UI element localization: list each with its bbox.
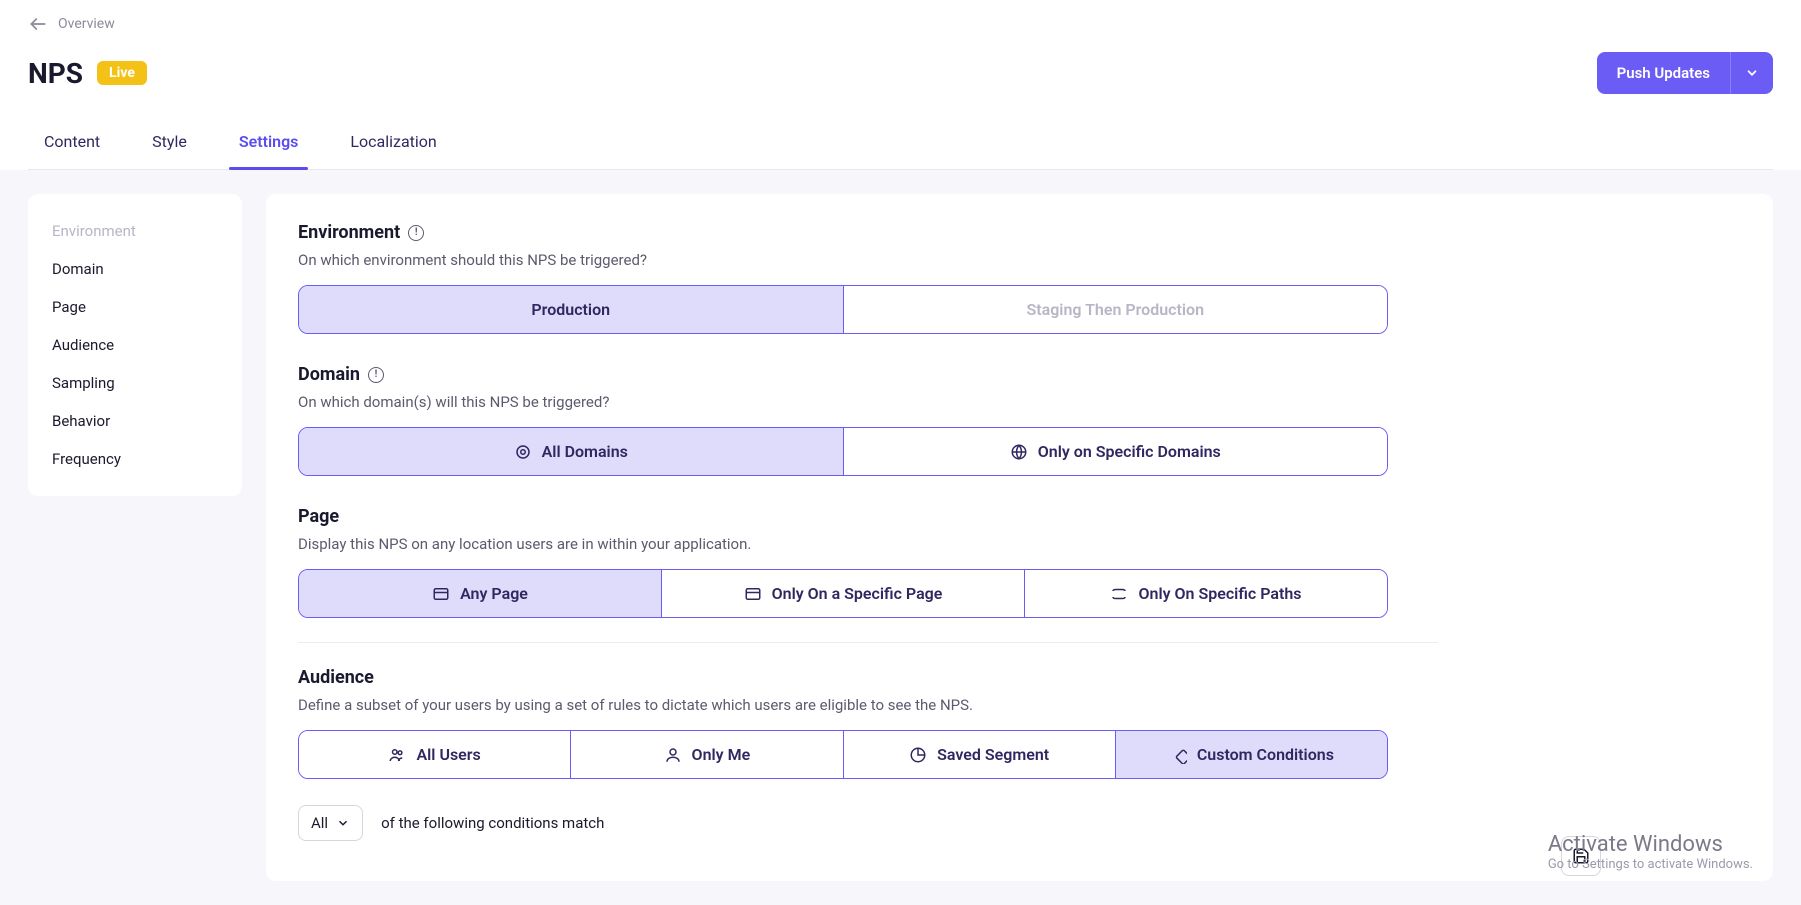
window-icon [744, 585, 762, 603]
page-option-any[interactable]: Any Page [299, 570, 662, 617]
page-title: NPS [28, 57, 83, 90]
domain-options: All Domains Only on Specific Domains [298, 427, 1388, 476]
page-option-specific[interactable]: Only On a Specific Page [662, 570, 1025, 617]
page-section-title: Page [298, 506, 339, 527]
sidebar-item-environment[interactable]: Environment [28, 212, 242, 250]
chevron-down-icon [1745, 66, 1759, 80]
domain-title: Domain [298, 364, 360, 385]
user-icon [664, 746, 682, 764]
tab-content[interactable]: Content [40, 122, 104, 169]
windows-watermark: Activate Windows Go to Settings to activ… [1548, 832, 1753, 872]
sidebar-item-behavior[interactable]: Behavior [28, 402, 242, 440]
page-options: Any Page Only On a Specific Page Only On… [298, 569, 1388, 618]
audience-options: All Users Only Me Saved Segment Custom C… [298, 730, 1388, 779]
settings-sidebar: Environment Domain Page Audience Samplin… [28, 194, 242, 496]
tab-style[interactable]: Style [148, 122, 191, 169]
sidebar-item-audience[interactable]: Audience [28, 326, 242, 364]
push-updates-group: Push Updates [1597, 52, 1773, 94]
tab-settings[interactable]: Settings [235, 122, 303, 169]
diamond-icon [1169, 746, 1187, 764]
condition-match-dropdown[interactable]: All [298, 805, 363, 841]
target-icon [514, 443, 532, 461]
info-icon[interactable]: ! [408, 225, 424, 241]
domain-option-all[interactable]: All Domains [299, 428, 844, 475]
status-badge: Live [97, 61, 147, 85]
environment-desc: On which environment should this NPS be … [298, 251, 1741, 269]
sidebar-item-sampling[interactable]: Sampling [28, 364, 242, 402]
audience-option-only-me[interactable]: Only Me [571, 731, 843, 778]
environment-options: Production Staging Then Production [298, 285, 1388, 334]
breadcrumb-back[interactable]: Overview [28, 14, 1773, 34]
page-section-desc: Display this NPS on any location users a… [298, 535, 1741, 553]
settings-panel: Environment ! On which environment shoul… [266, 194, 1773, 881]
domain-option-specific[interactable]: Only on Specific Domains [844, 428, 1388, 475]
tab-localization[interactable]: Localization [346, 122, 440, 169]
push-updates-button[interactable]: Push Updates [1597, 52, 1730, 94]
chevron-down-icon [336, 816, 350, 830]
audience-title: Audience [298, 667, 374, 688]
audience-desc: Define a subset of your users by using a… [298, 696, 1741, 714]
users-icon [388, 746, 406, 764]
environment-title: Environment [298, 222, 400, 243]
audience-option-custom[interactable]: Custom Conditions [1116, 731, 1387, 778]
info-icon[interactable]: ! [368, 367, 384, 383]
audience-option-all-users[interactable]: All Users [299, 731, 571, 778]
window-icon [432, 585, 450, 603]
tabs: Content Style Settings Localization [28, 122, 1773, 170]
sidebar-item-domain[interactable]: Domain [28, 250, 242, 288]
pie-icon [909, 746, 927, 764]
environment-option-staging[interactable]: Staging Then Production [844, 286, 1388, 333]
domain-desc: On which domain(s) will this NPS be trig… [298, 393, 1741, 411]
path-icon [1110, 585, 1128, 603]
breadcrumb-label: Overview [58, 16, 115, 32]
environment-option-production[interactable]: Production [299, 286, 844, 333]
page-option-paths[interactable]: Only On Specific Paths [1025, 570, 1387, 617]
globe-icon [1010, 443, 1028, 461]
push-updates-dropdown[interactable] [1730, 52, 1773, 94]
condition-text: of the following conditions match [381, 814, 604, 832]
sidebar-item-frequency[interactable]: Frequency [28, 440, 242, 478]
sidebar-item-page[interactable]: Page [28, 288, 242, 326]
arrow-left-icon [28, 14, 48, 34]
audience-option-saved-segment[interactable]: Saved Segment [844, 731, 1116, 778]
